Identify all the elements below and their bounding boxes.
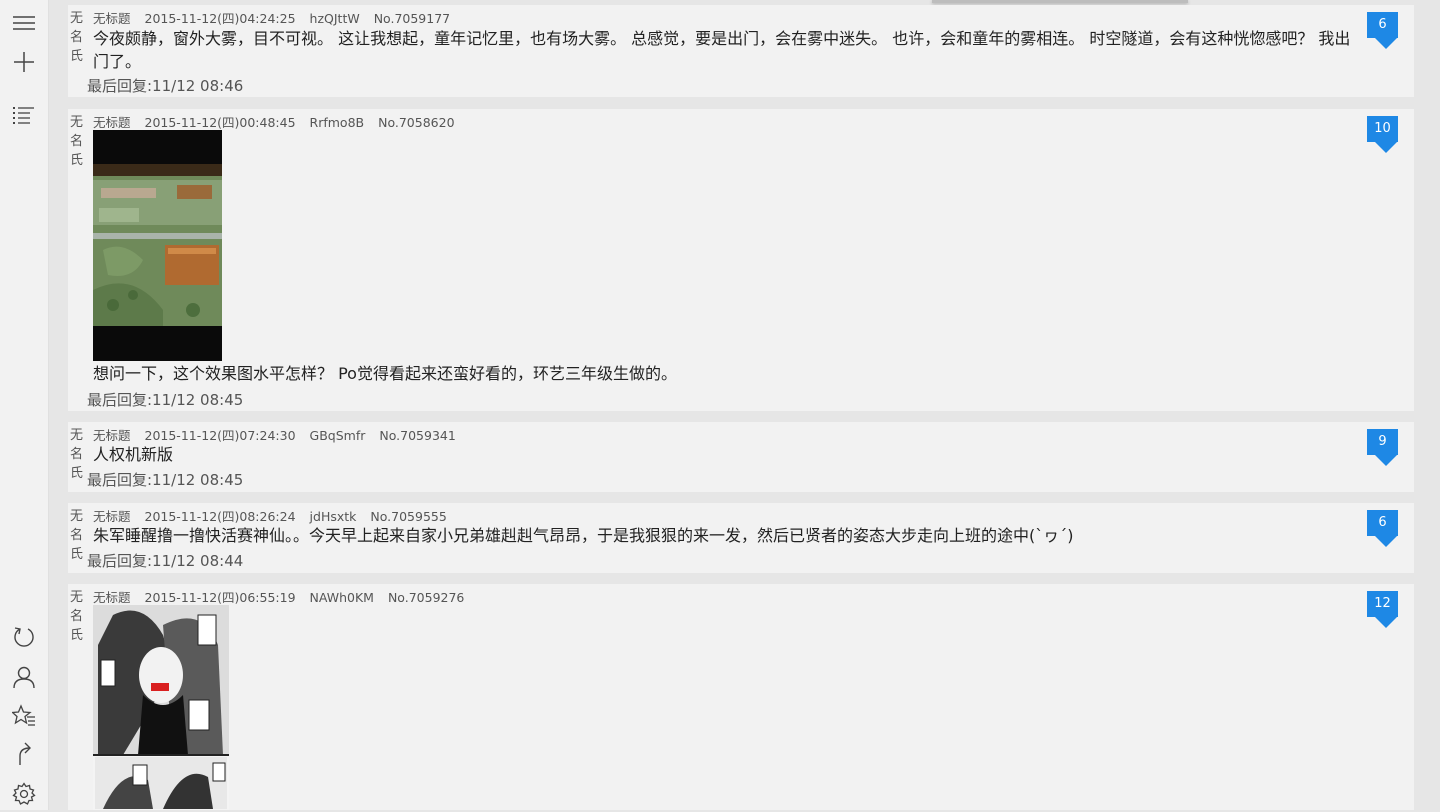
thread-card[interactable]: 无名氏 无标题 2015-11-12(四)00:48:45 Rrfmo8B No… (68, 109, 1414, 411)
author-name: 无名氏 (70, 428, 84, 481)
reply-count-badge[interactable]: 9 (1367, 429, 1398, 455)
redo-icon (19, 742, 31, 765)
thread-content: 想问一下，这个效果图水平怎样？ Po觉得看起来还蛮好看的，环艺三年级生做的。 (93, 364, 677, 383)
author-name: 无名氏 (70, 115, 84, 168)
thread-title: 无标题 (93, 115, 131, 130)
thread-uid: jdHsxtk (309, 509, 357, 524)
thread-title: 无标题 (93, 509, 131, 524)
thread-title: 无标题 (93, 11, 131, 26)
thread-time: 2015-11-12(四)07:24:30 (144, 428, 296, 443)
thread-number: No.7059276 (387, 590, 465, 605)
thread-number: No.7059555 (370, 509, 447, 524)
user-icon (13, 666, 35, 689)
thread-number: No.7059177 (373, 11, 451, 26)
thread-uid: GBqSmfr (309, 428, 366, 443)
last-reply-time: 最后回复:11/12 08:45 (87, 471, 244, 489)
refresh-button[interactable] (0, 619, 48, 655)
thread-meta: 无标题 2015-11-12(四)07:24:30 GBqSmfr No.705… (93, 425, 466, 444)
reply-count-badge[interactable]: 10 (1367, 116, 1398, 142)
refresh-icon (14, 627, 34, 647)
thread-card[interactable]: 无名氏 无标题 2015-11-12(四)07:24:30 GBqSmfr No… (68, 422, 1414, 492)
forum-list-button[interactable] (0, 98, 48, 134)
user-button[interactable] (0, 659, 48, 695)
settings-button[interactable] (0, 776, 48, 812)
favorites-button[interactable] (0, 698, 48, 734)
thread-image[interactable] (93, 605, 229, 810)
menu-icon (13, 16, 35, 30)
sidebar (0, 0, 49, 810)
thread-time: 2015-11-12(四)06:55:19 (144, 590, 296, 605)
thread-uid: NAWh0KM (309, 590, 374, 605)
author-name: 无名氏 (70, 11, 84, 64)
redo-button[interactable] (0, 736, 48, 772)
thread-title: 无标题 (93, 428, 131, 443)
new-thread-button[interactable] (0, 44, 48, 80)
thread-meta: 无标题 2015-11-12(四)04:24:25 hzQJttW No.705… (93, 8, 460, 27)
reply-count-badge[interactable]: 12 (1367, 591, 1398, 617)
thread-content: 朱军睡醒撸一撸快活赛神仙。。今天早上起来自家小兄弟雄赳赳气昂昂，于是我狠狠的来一… (93, 526, 1074, 545)
thread-card[interactable]: 无名氏 无标题 2015-11-12(四)06:55:19 NAWh0KM No… (68, 584, 1414, 810)
last-reply-time: 最后回复:11/12 08:46 (87, 77, 244, 95)
thread-content: 人权机新版 (93, 445, 174, 464)
thread-meta: 无标题 2015-11-12(四)00:48:45 Rrfmo8B No.705… (93, 112, 465, 131)
thread-uid: hzQJttW (309, 11, 360, 26)
thread-image[interactable] (93, 130, 222, 361)
thread-meta: 无标题 2015-11-12(四)06:55:19 NAWh0KM No.705… (93, 587, 474, 606)
settings-icon (12, 782, 36, 805)
manga-image (93, 605, 229, 810)
list-icon (13, 107, 34, 124)
author-name: 无名氏 (70, 509, 84, 562)
author-name: 无名氏 (70, 590, 84, 643)
landscape-image (93, 130, 222, 361)
thread-card[interactable]: 无名氏 无标题 2015-11-12(四)04:24:25 hzQJttW No… (68, 5, 1414, 97)
reply-count-badge[interactable]: 6 (1367, 12, 1398, 38)
last-reply-time: 最后回复:11/12 08:44 (87, 552, 244, 570)
last-reply-time: 最后回复:11/12 08:45 (87, 391, 244, 409)
add-icon (14, 52, 34, 72)
thread-number: No.7058620 (378, 115, 455, 130)
thread-time: 2015-11-12(四)00:48:45 (144, 115, 296, 130)
thread-time: 2015-11-12(四)04:24:25 (144, 11, 296, 26)
favorites-icon (12, 704, 35, 726)
thread-title: 无标题 (93, 590, 131, 605)
menu-button[interactable] (0, 5, 48, 41)
thread-card[interactable]: 无名氏 无标题 2015-11-12(四)08:26:24 jdHsxtk No… (68, 503, 1414, 573)
thread-number: No.7059341 (379, 428, 456, 443)
thread-time: 2015-11-12(四)08:26:24 (144, 509, 296, 524)
reply-count-badge[interactable]: 6 (1367, 510, 1398, 536)
thread-uid: Rrfmo8B (309, 115, 365, 130)
thread-meta: 无标题 2015-11-12(四)08:26:24 jdHsxtk No.705… (93, 506, 457, 525)
thread-list: 无名氏 无标题 2015-11-12(四)04:24:25 hzQJttW No… (68, 0, 1414, 810)
thread-content: 今夜颇静，窗外大雾，目不可视。 这让我想起，童年记忆里，也有场大雾。 总感觉，要… (93, 29, 1351, 71)
